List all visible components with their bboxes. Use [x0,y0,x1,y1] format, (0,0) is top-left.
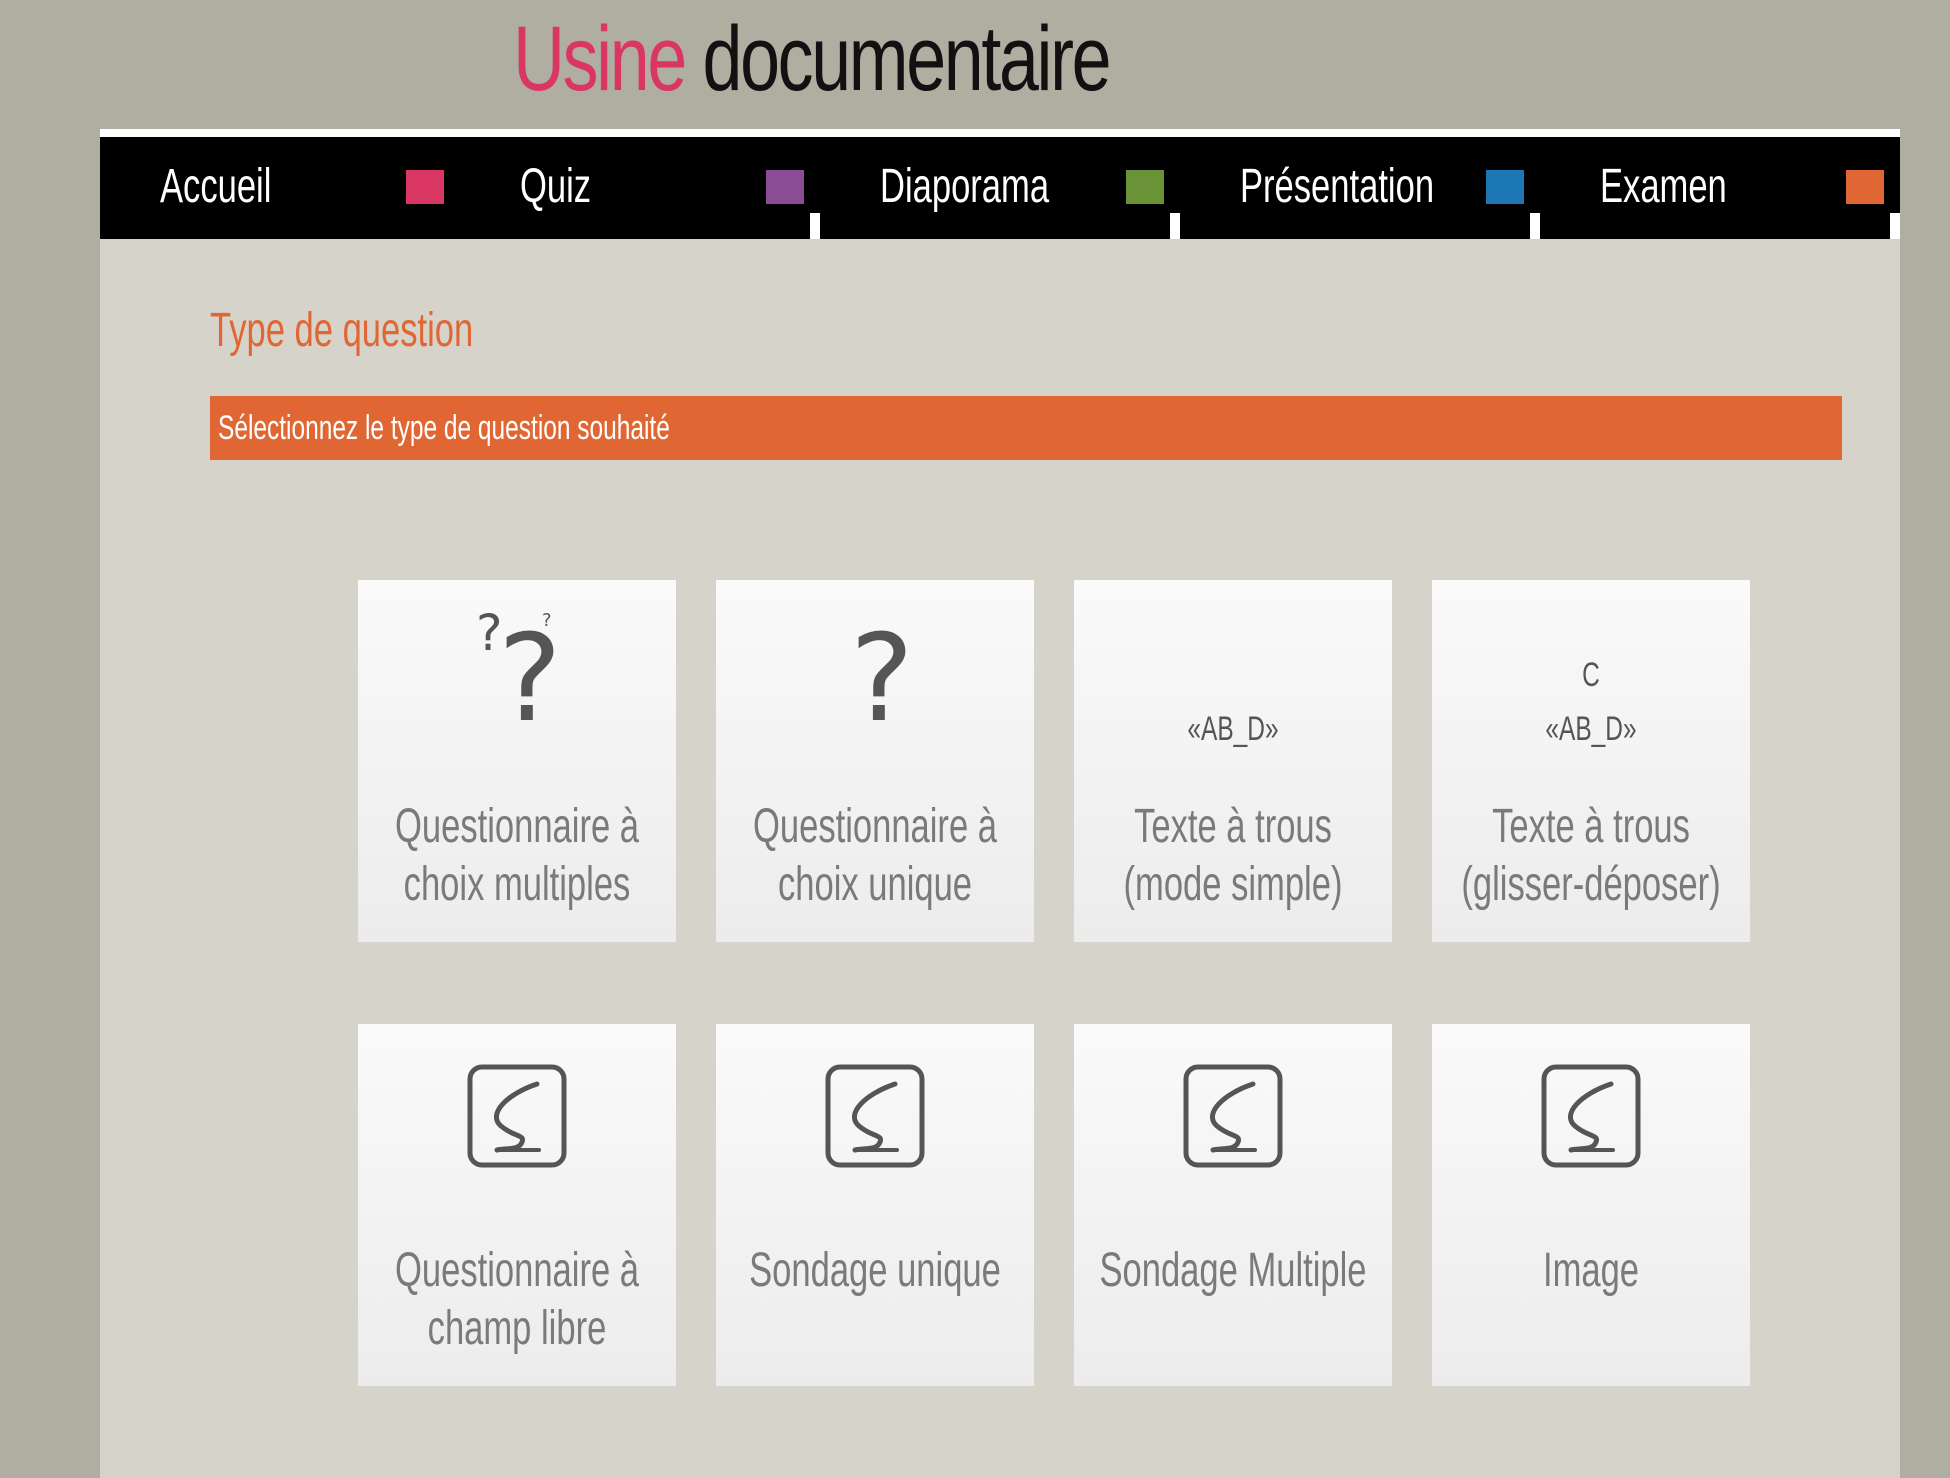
main-content: Type de question Sélectionnez le type de… [100,239,1900,1478]
nav-color-swatch [1126,170,1164,204]
nav-label: Présentation [1240,160,1435,213]
nav-label: Examen [1600,160,1727,213]
card-qcm-unique[interactable]: ? Questionnaire à choix unique [716,580,1034,942]
site-title: Usine documentaire [0,0,1622,118]
card-label: Questionnaire à choix multiples [394,800,639,911]
card-label: Texte à trous (glisser-déposer) [1461,800,1721,911]
nav-color-swatch [1846,170,1884,204]
nav-item-examen[interactable]: Examen [1540,137,1900,237]
nav-divider [1170,213,1180,239]
nav-label: Quiz [520,160,592,213]
site-title-rest: documentaire [684,8,1112,110]
squiggle-box-icon [1183,1064,1283,1168]
nav-label: Diaporama [880,160,1050,213]
nav-divider [1530,213,1540,239]
nav-label: Accueil [160,160,272,213]
nav-item-accueil[interactable]: Accueil [100,137,460,237]
nav-item-presentation[interactable]: Présentation [1180,137,1540,237]
squiggle-box-icon [825,1064,925,1168]
gap-text-sample: «AB_D» [1545,710,1637,748]
navbar-top-border [100,129,1900,137]
card-label: Questionnaire à champ libre [394,1244,639,1355]
nav-item-diaporama[interactable]: Diaporama [820,137,1180,237]
squiggle-box-icon [467,1064,567,1168]
nav-item-quiz[interactable]: Quiz [460,137,820,237]
main-navbar: Accueil Quiz Diaporama Présentation Exam… [100,137,1900,239]
card-texte-trous-glisser[interactable]: C «AB_D» Texte à trous (glisser-déposer) [1432,580,1750,942]
squiggle-box-icon [1541,1064,1641,1168]
nav-color-swatch [406,170,444,204]
card-champ-libre[interactable]: Questionnaire à champ libre [358,1024,676,1386]
instruction-banner-text: Sélectionnez le type de question souhait… [218,409,670,447]
multiple-question-marks-icon: ? ? ? [476,604,562,749]
section-title: Type de question [210,304,474,357]
nav-divider [1890,213,1900,239]
site-title-accent: Usine [513,8,687,110]
card-label: Sondage unique [749,1244,1001,1297]
card-sondage-multiple[interactable]: Sondage Multiple [1074,1024,1392,1386]
card-image[interactable]: Image [1432,1024,1750,1386]
nav-divider [810,213,820,239]
card-texte-trous-simple[interactable]: «AB_D» Texte à trous (mode simple) [1074,580,1392,942]
drag-gap-text-icon: C «AB_D» [1432,610,1750,748]
card-label: Texte à trous (mode simple) [1123,800,1343,911]
card-sondage-unique[interactable]: Sondage unique [716,1024,1034,1386]
card-label: Questionnaire à choix unique [752,800,997,911]
nav-color-swatch [766,170,804,204]
card-label: Image [1542,1244,1640,1297]
card-qcm-multiple[interactable]: ? ? ? Questionnaire à choix multiples [358,580,676,942]
card-label: Sondage Multiple [1099,1244,1367,1297]
nav-color-swatch [1486,170,1524,204]
instruction-banner: Sélectionnez le type de question souhait… [210,396,1842,460]
drag-gap-letter: C [1582,656,1600,694]
gap-text-sample: «AB_D» [1187,710,1279,748]
gap-text-icon: «AB_D» [1074,610,1392,748]
question-mark-icon: ? [850,610,914,749]
